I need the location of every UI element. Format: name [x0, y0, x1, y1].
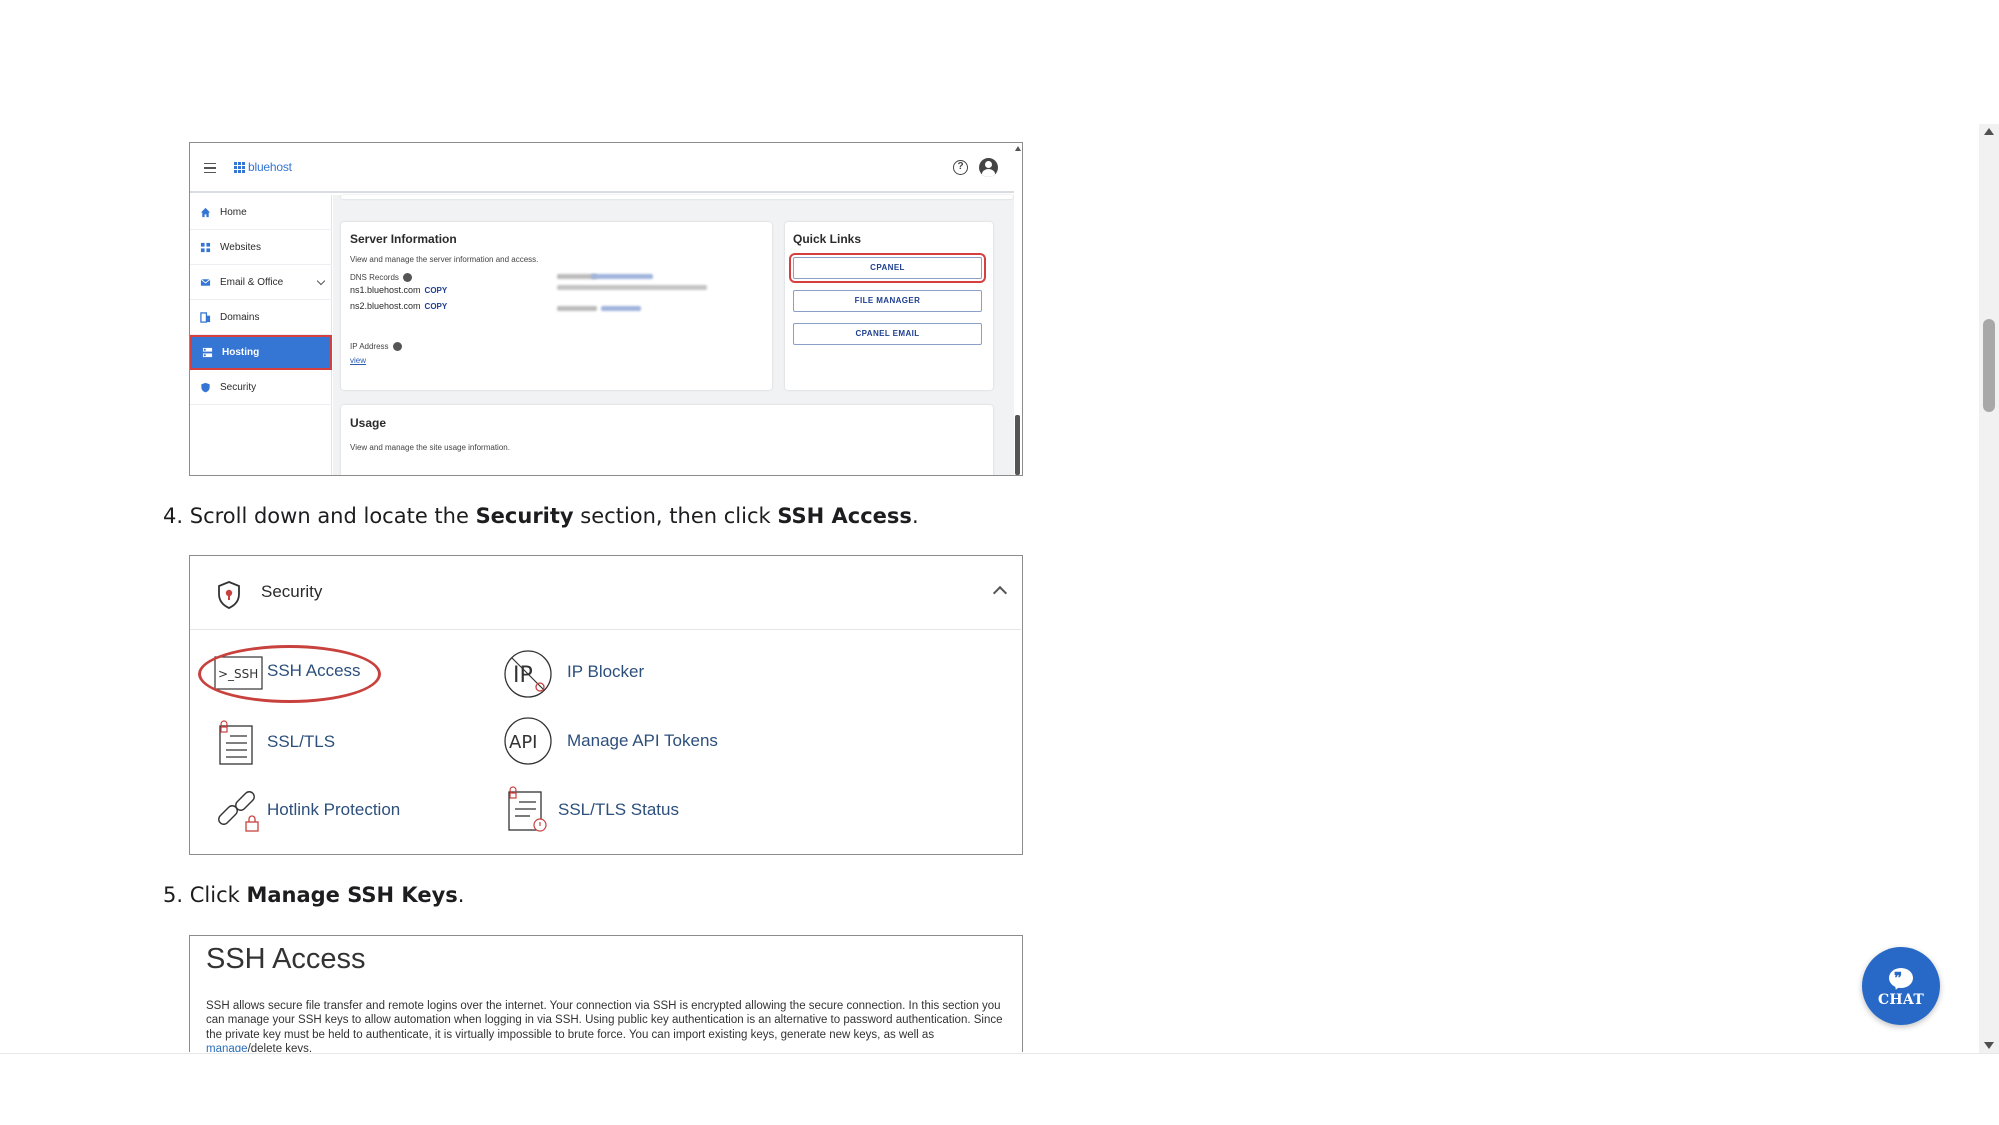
redacted-link: [591, 274, 653, 279]
ssh-access-description: SSH allows secure file transfer and remo…: [206, 999, 1012, 1052]
ssh-access-highlight-oval: [198, 645, 381, 703]
security-panel-screenshot: Security >_SSH SSH Access IP IP Blocker: [189, 555, 1023, 855]
server-information-desc: View and manage the server information a…: [350, 255, 539, 264]
ssl-status-icon: [508, 786, 547, 832]
redacted-link: [601, 306, 641, 311]
sidebar-item-domains[interactable]: Domains: [190, 300, 332, 335]
dashboard-screenshot: bluehost ? Home Websites Email & Office …: [189, 142, 1023, 476]
chat-label: CHAT: [1877, 992, 1925, 1008]
email-icon: [200, 278, 211, 286]
usage-title: Usage: [350, 416, 387, 430]
domains-icon: [200, 311, 211, 323]
copy-ns2-button[interactable]: COPY: [425, 302, 448, 311]
sidebar-item-home[interactable]: Home: [190, 195, 332, 230]
ssl-tls-icon: [219, 720, 253, 765]
dashboard-scrollbar[interactable]: [1014, 143, 1021, 475]
ip-blocker-label[interactable]: IP Blocker: [567, 662, 644, 682]
ssl-tls-item[interactable]: SSL/TLS: [216, 718, 376, 768]
dashboard-sidebar: Home Websites Email & Office Domains Hos…: [190, 195, 332, 475]
info-icon: [392, 342, 402, 352]
info-icon: [402, 273, 412, 283]
page-scrollbar[interactable]: [1979, 124, 1999, 1053]
chat-bubble-icon: ❞: [1889, 968, 1913, 988]
quick-links-card: Quick Links CPANEL FILE MANAGER CPANEL E…: [785, 222, 993, 390]
ip-blocker-icon: IP: [504, 650, 552, 698]
logo-grid-icon: [234, 161, 245, 173]
scroll-down-arrow-icon[interactable]: [1984, 1042, 1994, 1049]
sidebar-item-hosting[interactable]: Hosting: [190, 335, 332, 370]
dashboard-topbar: bluehost ?: [190, 143, 1021, 193]
cpanel-button[interactable]: CPANEL: [789, 253, 986, 283]
file-manager-button[interactable]: FILE MANAGER: [793, 290, 982, 312]
dns-records-label: DNS Records: [350, 273, 412, 283]
bluehost-logo[interactable]: bluehost: [234, 160, 292, 174]
ns2-row: ns2.bluehost.com COPY: [350, 301, 448, 311]
previous-card-edge: [341, 195, 1013, 199]
security-icon: [201, 382, 210, 392]
home-icon: [200, 207, 211, 217]
chat-button[interactable]: ❞ CHAT: [1862, 947, 1940, 1025]
hotlink-icon: [218, 791, 259, 832]
ip-view-link[interactable]: view: [350, 356, 366, 365]
sidebar-item-email[interactable]: Email & Office: [190, 265, 332, 300]
svg-text:API: API: [509, 732, 537, 753]
dashboard-main: Server Information View and manage the s…: [333, 195, 1021, 475]
menu-icon[interactable]: [204, 163, 216, 173]
scroll-up-arrow-icon[interactable]: [1984, 128, 1994, 135]
ssh-access-screenshot: SSH Access SSH allows secure file transf…: [189, 935, 1023, 1052]
sidebar-item-websites[interactable]: Websites: [190, 230, 332, 265]
hosting-icon: [202, 347, 213, 358]
server-information-title: Server Information: [350, 232, 457, 246]
ssl-tls-status-label[interactable]: SSL/TLS Status: [558, 800, 679, 820]
ns1-row: ns1.bluehost.com COPY: [350, 285, 448, 295]
hotlink-protection-item[interactable]: Hotlink Protection: [214, 786, 434, 836]
server-information-card: Server Information View and manage the s…: [341, 222, 772, 390]
hotlink-protection-label[interactable]: Hotlink Protection: [267, 800, 400, 820]
chevron-down-icon: [316, 276, 326, 286]
security-panel-header[interactable]: Security: [190, 556, 1021, 630]
websites-icon: [200, 242, 211, 252]
step-5-instruction: 5. Click Manage SSH Keys.: [163, 883, 465, 907]
cpanel-email-button[interactable]: CPANEL EMAIL: [793, 323, 982, 345]
help-icon[interactable]: ?: [953, 160, 968, 175]
manage-link[interactable]: manage: [206, 1043, 248, 1052]
ip-blocker-item[interactable]: IP IP Blocker: [503, 649, 703, 699]
shield-icon: [218, 581, 240, 609]
security-panel-title: Security: [261, 582, 323, 601]
viewport-bottom-edge: [0, 1053, 1999, 1054]
ip-address-label: IP Address: [350, 342, 402, 352]
quick-links-title: Quick Links: [793, 232, 862, 246]
ssh-access-title: SSH Access: [206, 943, 366, 975]
usage-desc: View and manage the site usage informati…: [350, 443, 510, 452]
api-icon: API: [504, 717, 552, 765]
chevron-up-icon[interactable]: [992, 585, 1008, 601]
redacted-text: [557, 285, 707, 290]
manage-api-tokens-item[interactable]: API Manage API Tokens: [503, 716, 763, 766]
ssl-tls-label[interactable]: SSL/TLS: [267, 732, 335, 752]
redacted-text: [557, 306, 597, 311]
step-4-instruction: 4. Scroll down and locate the Security s…: [163, 504, 919, 528]
usage-card: Usage View and manage the site usage inf…: [341, 405, 993, 475]
copy-ns1-button[interactable]: COPY: [425, 286, 448, 295]
manage-api-tokens-label[interactable]: Manage API Tokens: [567, 731, 718, 751]
user-avatar-icon[interactable]: [979, 158, 998, 177]
scrollbar-thumb[interactable]: [1983, 319, 1995, 412]
ssl-tls-status-item[interactable]: SSL/TLS Status: [505, 784, 725, 834]
sidebar-item-security[interactable]: Security: [190, 370, 332, 405]
